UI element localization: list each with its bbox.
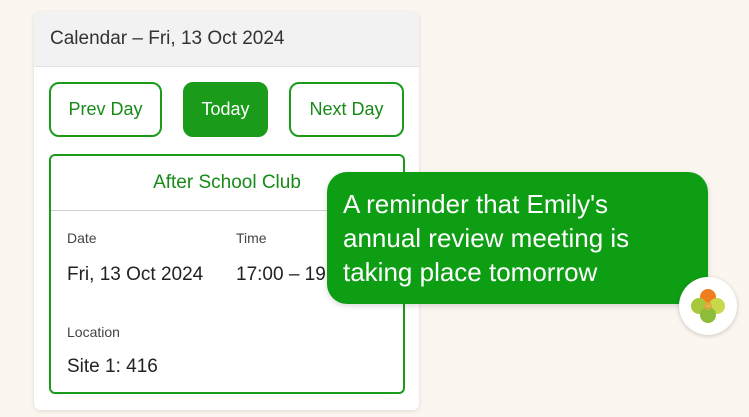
prev-day-button[interactable]: Prev Day [49,82,162,137]
calendar-title: Calendar – Fri, 13 Oct 2024 [50,28,285,49]
reminder-bubble: A reminder that Emily's annual review me… [327,172,708,304]
location-value: Site 1: 416 [67,356,158,377]
date-value: Fri, 13 Oct 2024 [67,264,204,285]
reminder-message: A reminder that Emily's annual review me… [343,189,630,287]
event-title: After School Club [153,172,301,193]
calendar-header: Calendar – Fri, 13 Oct 2024 [34,12,419,67]
date-label: Date [67,230,97,246]
clover-logo-icon [679,277,737,335]
next-day-button[interactable]: Next Day [289,82,404,137]
today-button[interactable]: Today [183,82,268,137]
time-label: Time [236,230,267,246]
location-label: Location [67,324,120,340]
